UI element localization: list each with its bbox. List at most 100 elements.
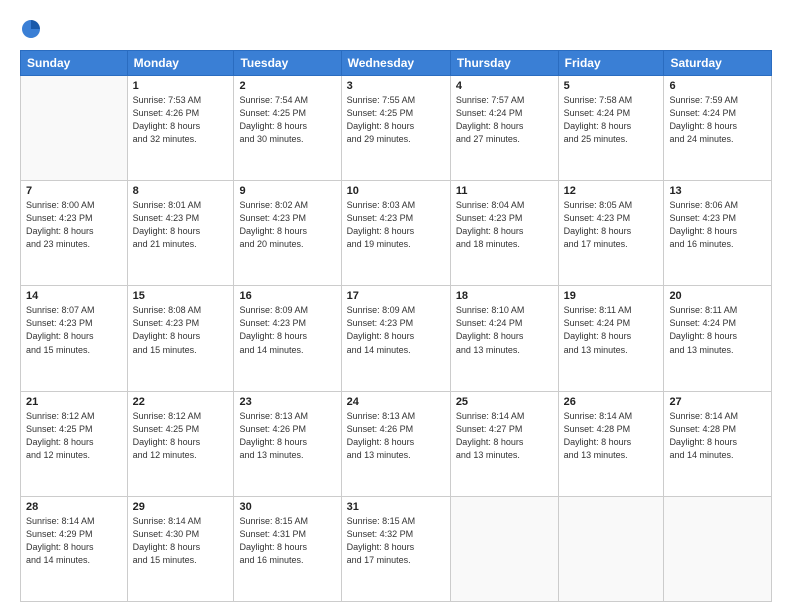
daylight-text: and 13 minutes. <box>456 345 520 355</box>
weekday-header: Sunday <box>21 51 128 76</box>
calendar-cell <box>664 496 772 601</box>
day-number: 17 <box>347 290 445 302</box>
daylight-text: Daylight: 8 hours <box>564 437 632 447</box>
calendar-cell: 26 Sunrise: 8:14 AM Sunset: 4:28 PM Dayligh… <box>558 391 664 496</box>
sunset-text: Sunset: 4:27 PM <box>456 424 523 434</box>
sunrise-text: Sunrise: 8:12 AM <box>26 411 95 421</box>
daylight-text: and 16 minutes. <box>239 555 303 565</box>
page: SundayMondayTuesdayWednesdayThursdayFrid… <box>0 0 792 612</box>
daylight-text: Daylight: 8 hours <box>133 226 201 236</box>
sunset-text: Sunset: 4:24 PM <box>564 108 631 118</box>
day-number: 8 <box>133 185 229 197</box>
sunset-text: Sunset: 4:28 PM <box>669 424 736 434</box>
sunset-text: Sunset: 4:28 PM <box>564 424 631 434</box>
weekday-header: Tuesday <box>234 51 341 76</box>
sunrise-text: Sunrise: 8:10 AM <box>456 305 525 315</box>
day-number: 14 <box>26 290 122 302</box>
sunrise-text: Sunrise: 8:14 AM <box>564 411 633 421</box>
daylight-text: and 15 minutes. <box>133 345 197 355</box>
header-row: SundayMondayTuesdayWednesdayThursdayFrid… <box>21 51 772 76</box>
calendar-cell: 19Sunrise: 8:11 AMSunset: 4:24 PMDayligh… <box>558 286 664 391</box>
day-number: 26 <box>564 396 659 408</box>
day-number: 28 <box>26 501 122 513</box>
day-info: Sunrise: 8:15 AMSunset: 4:31 PMDaylight:… <box>239 515 335 567</box>
day-info: Sunrise: 8:07 AMSunset: 4:23 PMDaylight:… <box>26 304 122 356</box>
day-info: Sunrise: 8:14 AMSunset: 4:28 PMDaylight:… <box>669 410 766 462</box>
calendar-cell: 4Sunrise: 7:57 AMSunset: 4:24 PMDaylight… <box>450 76 558 181</box>
weekday-header: Monday <box>127 51 234 76</box>
day-number: 16 <box>239 290 335 302</box>
day-number: 13 <box>669 185 766 197</box>
calendar-cell: 15Sunrise: 8:08 AMSunset: 4:23 PMDayligh… <box>127 286 234 391</box>
day-info: Sunrise: 8:14 AMSunset: 4:30 PMDaylight:… <box>133 515 229 567</box>
day-info: Sunrise: 8:09 AMSunset: 4:23 PMDaylight:… <box>347 304 445 356</box>
day-info: Sunrise: 7:59 AM Sunset: 4:24 PM Daylight:… <box>669 94 766 146</box>
calendar-cell: 17 Sunrise: 8:09 AMSunset: 4:23 PMDayligh… <box>341 286 450 391</box>
sunset-text: Sunset: 4:24 PM <box>456 108 523 118</box>
sunrise-text: Sunrise: 7:59 AM <box>669 95 738 105</box>
day-info: Sunrise: 8:15 AMSunset: 4:32 PMDaylight:… <box>347 515 445 567</box>
day-info: Sunrise: 8:03 AMSunset: 4:23 PMDaylight:… <box>347 199 445 251</box>
daylight-text: and 14 minutes. <box>239 345 303 355</box>
day-info: Sunrise: 8:14 AMSunset: 4:29 PMDaylight:… <box>26 515 122 567</box>
daylight-text: and 13 minutes. <box>456 450 520 460</box>
daylight-text: Daylight: 8 hours <box>669 121 737 131</box>
daylight-text: Daylight: 8 hours <box>26 437 94 447</box>
day-number: 25 <box>456 396 553 408</box>
daylight-text: and 13 minutes. <box>347 450 411 460</box>
calendar-cell: 8Sunrise: 8:01 AMSunset: 4:23 PMDaylight… <box>127 181 234 286</box>
daylight-text: Daylight: 8 hours <box>669 226 737 236</box>
calendar-cell: 28 Sunrise: 8:14 AMSunset: 4:29 PMDayligh… <box>21 496 128 601</box>
daylight-text: and 15 minutes. <box>133 555 197 565</box>
sunset-text: Sunset: 4:25 PM <box>26 424 93 434</box>
sunset-text: Sunset: 4:32 PM <box>347 529 414 539</box>
day-number: 15 <box>133 290 229 302</box>
daylight-text: Daylight: 8 hours <box>347 226 415 236</box>
day-number: 18 <box>456 290 553 302</box>
calendar-cell: 21Sunrise: 8:12 AMSunset: 4:25 PMDayligh… <box>21 391 128 496</box>
calendar-header: SundayMondayTuesdayWednesdayThursdayFrid… <box>21 51 772 76</box>
calendar-cell: 10 Sunrise: 8:03 AMSunset: 4:23 PMDayligh… <box>341 181 450 286</box>
calendar-cell: 1Sunrise: 7:53 AMSunset: 4:26 PMDaylight… <box>127 76 234 181</box>
day-info: Sunrise: 8:12 AM Sunset: 4:25 PM Daylight:… <box>26 410 122 462</box>
daylight-text: and 14 minutes. <box>669 450 733 460</box>
calendar-cell: 14 Sunrise: 8:07 AMSunset: 4:23 PMDayligh… <box>21 286 128 391</box>
sunrise-text: Sunrise: 8:04 AM <box>456 200 525 210</box>
daylight-text: and 21 minutes. <box>133 239 197 249</box>
sunset-text: Sunset: 4:23 PM <box>456 213 523 223</box>
sunrise-text: Sunrise: 8:12 AM <box>133 411 202 421</box>
day-info: Sunrise: 7:53 AMSunset: 4:26 PMDaylight:… <box>133 94 229 146</box>
daylight-text: and 29 minutes. <box>347 134 411 144</box>
daylight-text: and 12 minutes. <box>133 450 197 460</box>
daylight-text: Daylight: 8 hours <box>133 542 201 552</box>
sunrise-text: Sunrise: 8:13 AM <box>239 411 308 421</box>
calendar-row: 28 Sunrise: 8:14 AMSunset: 4:29 PMDayligh… <box>21 496 772 601</box>
sunset-text: Sunset: 4:23 PM <box>347 213 414 223</box>
sunrise-text: Sunrise: 7:53 AM <box>133 95 202 105</box>
day-number: 4 <box>456 80 553 92</box>
day-number: 12 <box>564 185 659 197</box>
sunrise-text: Sunrise: 8:07 AM <box>26 305 95 315</box>
calendar-cell: 5Sunrise: 7:58 AMSunset: 4:24 PMDaylight… <box>558 76 664 181</box>
sunrise-text: Sunrise: 8:06 AM <box>669 200 738 210</box>
sunset-text: Sunset: 4:24 PM <box>669 108 736 118</box>
daylight-text: Daylight: 8 hours <box>239 437 307 447</box>
day-info: Sunrise: 8:04 AM Sunset: 4:23 PM Daylight:… <box>456 199 553 251</box>
daylight-text: Daylight: 8 hours <box>456 226 524 236</box>
weekday-header: Thursday <box>450 51 558 76</box>
sunset-text: Sunset: 4:23 PM <box>239 318 306 328</box>
day-number: 10 <box>347 185 445 197</box>
calendar-cell: 12Sunrise: 8:05 AMSunset: 4:23 PMDayligh… <box>558 181 664 286</box>
daylight-text: Daylight: 8 hours <box>347 121 415 131</box>
calendar-cell <box>558 496 664 601</box>
day-info: Sunrise: 8:13 AMSunset: 4:26 PMDaylight:… <box>347 410 445 462</box>
sunrise-text: Sunrise: 8:09 AM <box>347 305 416 315</box>
daylight-text: Daylight: 8 hours <box>456 121 524 131</box>
calendar-row: 14 Sunrise: 8:07 AMSunset: 4:23 PMDayligh… <box>21 286 772 391</box>
sunset-text: Sunset: 4:23 PM <box>239 213 306 223</box>
calendar-row: 21Sunrise: 8:12 AMSunset: 4:25 PMDayligh… <box>21 391 772 496</box>
sunrise-text: Sunrise: 8:14 AM <box>669 411 738 421</box>
day-info: Sunrise: 8:02 AMSunset: 4:23 PMDaylight:… <box>239 199 335 251</box>
day-number: 2 <box>239 80 335 92</box>
sunset-text: Sunset: 4:23 PM <box>133 318 200 328</box>
